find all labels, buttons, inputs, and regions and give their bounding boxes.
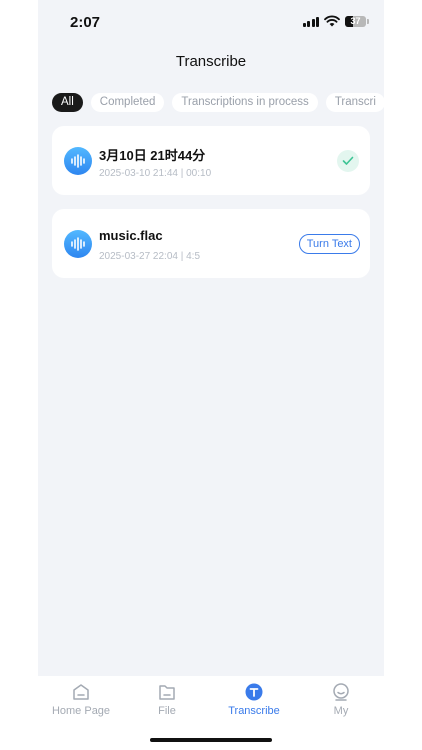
recording-meta: 2025-03-27 22:04 | 4:5 [99, 251, 201, 262]
home-icon [73, 684, 89, 700]
tab-transcribe[interactable]: Transcribe [214, 682, 294, 717]
tab-my[interactable]: My [301, 682, 381, 717]
bottom-tab-bar: Home Page File Transcribe My [38, 676, 384, 750]
status-time: 2:07 [70, 14, 101, 31]
profile-icon [333, 683, 349, 701]
page-title: Transcribe [175, 53, 247, 70]
signal-icon [302, 16, 319, 27]
status-icons: 37 [302, 15, 369, 27]
wifi-icon [324, 15, 340, 27]
filter-chips: All Completed Transcriptions in process … [52, 93, 384, 112]
app-screen: 2:07 37 Transcribe All Completed Transcr… [38, 0, 384, 750]
filter-chip-in-process[interactable]: Transcriptions in process [172, 93, 318, 112]
recording-title: 3月10日 21时44分 [99, 148, 206, 163]
filter-chip-completed[interactable]: Completed [90, 93, 165, 112]
recording-card[interactable]: music.flac 2025-03-27 22:04 | 4:5 Turn T… [52, 209, 370, 278]
filter-chip-all[interactable]: All [52, 93, 83, 112]
recording-card[interactable]: 3月10日 21时44分 2025-03-10 21:44 | 00:10 [52, 126, 370, 195]
home-indicator [150, 738, 272, 742]
check-icon [337, 150, 359, 172]
filter-chip-next[interactable]: Transcri [325, 93, 384, 112]
transcribe-icon [245, 683, 263, 701]
tab-home-label: Home Page [51, 705, 111, 717]
tab-file[interactable]: File [127, 682, 207, 717]
tab-file-label: File [158, 705, 176, 717]
tab-my-label: My [333, 705, 349, 717]
battery-level: 37 [350, 15, 361, 26]
recording-title: music.flac [99, 228, 163, 243]
file-icon [159, 685, 175, 700]
audio-wave-icon [64, 147, 92, 175]
battery-icon: 37 [345, 15, 369, 27]
recording-meta: 2025-03-10 21:44 | 00:10 [99, 168, 212, 179]
turn-text-button[interactable]: Turn Text [298, 234, 360, 254]
tab-home[interactable]: Home Page [41, 682, 121, 717]
tab-transcribe-label: Transcribe [228, 705, 280, 717]
audio-wave-icon [64, 230, 92, 258]
